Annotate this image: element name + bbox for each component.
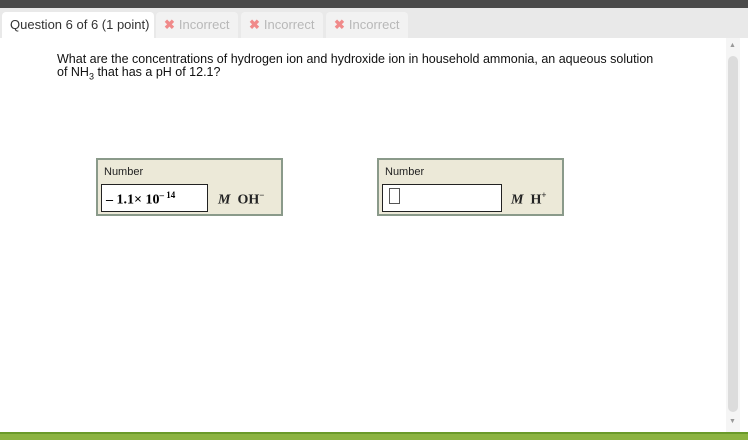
oh-concentration-input[interactable]: – 1.1× 10– 14 [101, 184, 208, 212]
attempt-label: Incorrect [263, 17, 315, 32]
number-label: Number [104, 166, 144, 178]
text-cursor [389, 188, 400, 204]
bottom-bar [0, 432, 748, 440]
x-icon: ✖ [334, 17, 345, 32]
answer-box-oh: Number – 1.1× 10– 14 M OH− [96, 158, 283, 216]
top-bar [0, 0, 748, 8]
tab-question[interactable]: Question 6 of 6 (1 point) [2, 12, 154, 38]
x-icon: ✖ [164, 17, 175, 32]
scroll-down-icon[interactable]: ▼ [729, 418, 736, 425]
unit-label: M H+ [511, 190, 547, 208]
answer-box-h: Number M H+ [377, 158, 564, 216]
scroll-up-icon[interactable]: ▲ [729, 42, 736, 49]
question-text: What are the concentrations of hydrogen … [57, 52, 654, 82]
question-tabs: Question 6 of 6 (1 point) ✖ Incorrect ✖ In… [0, 8, 748, 38]
x-icon: ✖ [249, 17, 260, 32]
scrollbar[interactable]: ▲ ▼ [726, 38, 740, 432]
number-label: Number [385, 166, 425, 178]
scrollbar-thumb[interactable] [728, 56, 738, 412]
attempt-label: Incorrect [178, 17, 230, 32]
unit-label: M OH− [218, 190, 265, 208]
tab-attempt-3[interactable]: ✖ Incorrect [326, 12, 408, 38]
question-content [0, 38, 724, 432]
h-concentration-input[interactable] [382, 184, 502, 212]
tab-attempt-1[interactable]: ✖ Incorrect [156, 12, 238, 38]
attempt-label: Incorrect [348, 17, 400, 32]
tab-attempt-2[interactable]: ✖ Incorrect [241, 12, 323, 38]
